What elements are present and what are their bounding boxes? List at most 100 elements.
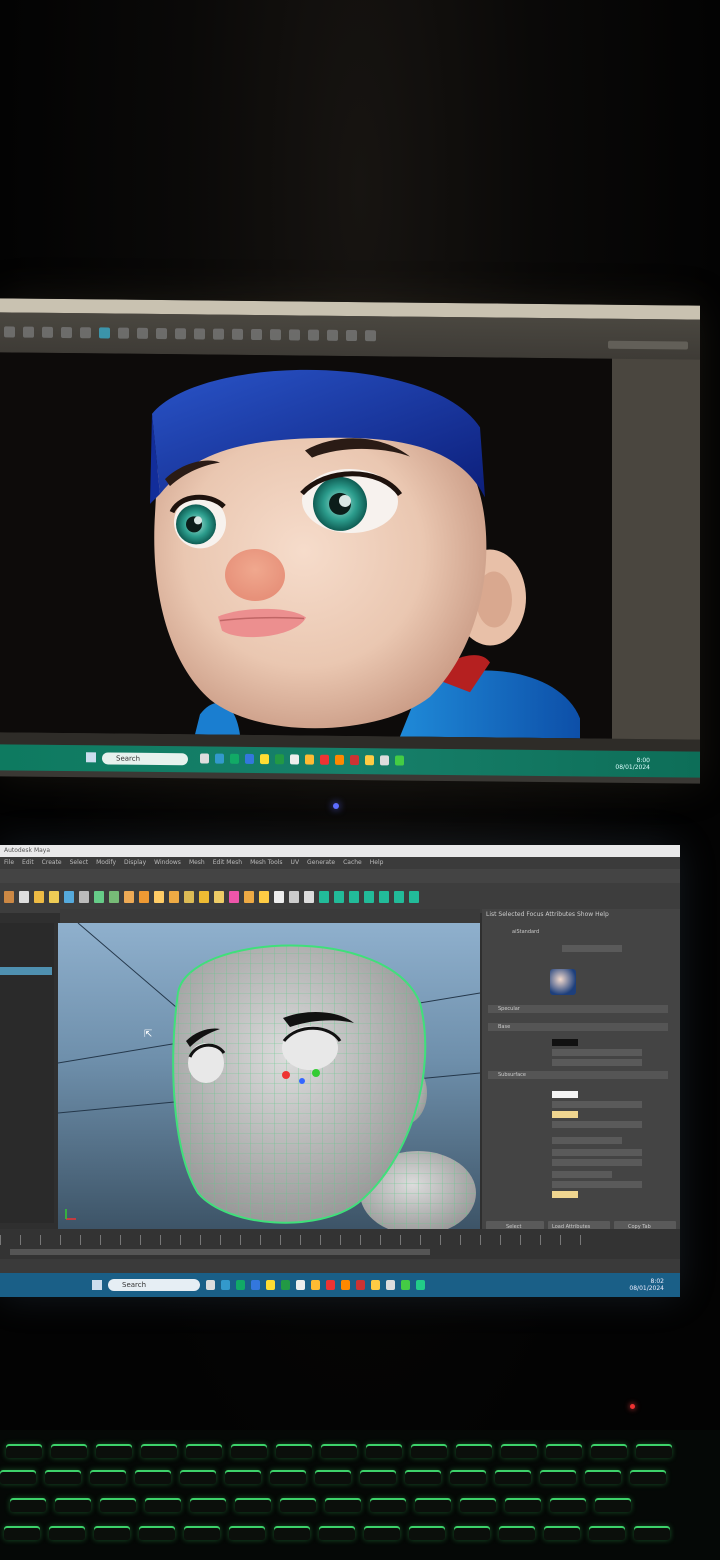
keyboard-key[interactable] xyxy=(415,1498,451,1512)
toolbar-icon[interactable] xyxy=(232,328,243,340)
taskbar-app-icon[interactable] xyxy=(260,754,269,765)
shelf-icon[interactable] xyxy=(274,891,284,903)
menu-item[interactable]: Edit xyxy=(22,857,34,869)
keyboard-key[interactable] xyxy=(231,1444,267,1458)
attr-tab[interactable]: Focus xyxy=(526,911,543,918)
shelf-icon[interactable] xyxy=(124,891,134,903)
menu-item[interactable]: Cache xyxy=(343,857,362,869)
menu-item[interactable]: Create xyxy=(42,857,62,869)
keyboard-key[interactable] xyxy=(94,1526,130,1540)
menu-item[interactable]: Select xyxy=(70,857,89,869)
attr-slider[interactable] xyxy=(552,1181,642,1188)
taskbar-app-icon[interactable] xyxy=(380,755,389,766)
menu-item[interactable]: File xyxy=(4,857,14,869)
command-line[interactable] xyxy=(0,1259,680,1273)
start-icon[interactable] xyxy=(92,1280,102,1290)
keyboard-key[interactable] xyxy=(141,1444,177,1458)
taskbar-app-icon[interactable] xyxy=(350,755,359,766)
shelf-icon[interactable] xyxy=(169,891,179,903)
attr-dropdown[interactable] xyxy=(552,1137,622,1144)
modeling-viewport[interactable]: ⇱ xyxy=(58,923,480,1229)
taskbar-app-icon[interactable] xyxy=(215,753,224,764)
toolbar-icon[interactable] xyxy=(270,329,281,341)
taskbar-app-icon[interactable] xyxy=(320,754,329,765)
material-name-field[interactable] xyxy=(562,945,622,952)
shelf-icon[interactable] xyxy=(139,891,149,903)
toolbar-icon[interactable] xyxy=(156,327,167,340)
shelf-icon[interactable] xyxy=(319,891,329,903)
search-box[interactable]: Search xyxy=(108,1279,200,1291)
attr-slider[interactable] xyxy=(552,1149,642,1156)
keyboard-key[interactable] xyxy=(591,1444,627,1458)
keyboard-key[interactable] xyxy=(96,1444,132,1458)
taskbar-clock[interactable]: 8:02 08/01/2024 xyxy=(629,1278,664,1292)
render-icon[interactable] xyxy=(99,327,110,339)
keyboard-key[interactable] xyxy=(366,1444,402,1458)
toolbar-icon[interactable] xyxy=(23,326,34,338)
keyboard-key[interactable] xyxy=(229,1526,265,1540)
attr-tab[interactable]: List xyxy=(486,911,497,918)
keyboard-key[interactable] xyxy=(274,1526,310,1540)
keyboard-key[interactable] xyxy=(550,1498,586,1512)
attr-slider[interactable] xyxy=(552,1101,642,1108)
menu-item[interactable]: Help xyxy=(370,857,384,869)
keyboard-key[interactable] xyxy=(364,1526,400,1540)
menu-item[interactable]: Edit Mesh xyxy=(213,857,242,869)
keyboard-key[interactable] xyxy=(460,1498,496,1512)
attr-tab[interactable]: Attributes xyxy=(545,911,575,918)
taskbar-app-icon[interactable] xyxy=(341,1280,350,1290)
taskbar-app-icon[interactable] xyxy=(365,755,374,766)
keyboard-key[interactable] xyxy=(505,1498,541,1512)
taskbar-app-icon[interactable] xyxy=(236,1280,245,1290)
toolbar-icon[interactable] xyxy=(308,329,319,341)
taskbar-app-icon[interactable] xyxy=(281,1280,290,1290)
shelf-icon[interactable] xyxy=(229,891,239,903)
display-dropdown[interactable] xyxy=(608,340,688,350)
keyboard-key[interactable] xyxy=(456,1444,492,1458)
taskbar-clock[interactable]: 8:00 08/01/2024 xyxy=(615,757,650,771)
shelf-icon[interactable] xyxy=(34,891,44,903)
keyboard-key[interactable] xyxy=(10,1498,46,1512)
taskbar-app-icon[interactable] xyxy=(251,1280,260,1290)
menu-item[interactable]: Display xyxy=(124,857,146,869)
keyboard-key[interactable] xyxy=(190,1498,226,1512)
toolbar-icon[interactable] xyxy=(289,329,300,341)
taskbar-app-icon[interactable] xyxy=(200,753,209,764)
keyboard-key[interactable] xyxy=(321,1444,357,1458)
taskbar-app-icon[interactable] xyxy=(416,1280,425,1290)
keyboard-key[interactable] xyxy=(411,1444,447,1458)
shelf-icon[interactable] xyxy=(304,891,314,903)
toolbar-icon[interactable] xyxy=(61,326,72,339)
menu-item[interactable]: Generate xyxy=(307,857,335,869)
start-icon[interactable] xyxy=(86,752,96,763)
color-swatch[interactable] xyxy=(552,1091,578,1098)
keyboard-key[interactable] xyxy=(139,1526,175,1540)
keyboard-key[interactable] xyxy=(630,1470,666,1484)
menu-item[interactable]: UV xyxy=(291,857,300,869)
keyboard-key[interactable] xyxy=(585,1470,621,1484)
keyboard-key[interactable] xyxy=(634,1526,670,1540)
attr-slider[interactable] xyxy=(552,1159,642,1166)
keyboard-key[interactable] xyxy=(544,1526,580,1540)
keyboard-key[interactable] xyxy=(145,1498,181,1512)
keyboard-key[interactable] xyxy=(495,1470,531,1484)
taskbar-app-icon[interactable] xyxy=(221,1280,230,1290)
toolbar-icon[interactable] xyxy=(137,327,148,339)
keyboard-key[interactable] xyxy=(546,1444,582,1458)
keyboard-key[interactable] xyxy=(270,1470,306,1484)
shelf-icon[interactable] xyxy=(379,891,389,903)
section-specular[interactable]: Specular xyxy=(488,1005,668,1013)
shelf-icon[interactable] xyxy=(49,891,59,903)
keyboard-key[interactable] xyxy=(135,1470,171,1484)
menu-item[interactable]: Modify xyxy=(96,857,116,869)
shelf-icon[interactable] xyxy=(64,891,74,903)
keyboard-key[interactable] xyxy=(225,1470,261,1484)
shelf-icon[interactable] xyxy=(289,891,299,903)
attr-tab[interactable]: Selected xyxy=(498,911,524,918)
toolbar-icon[interactable] xyxy=(346,329,357,342)
keyboard-key[interactable] xyxy=(6,1444,42,1458)
toolbar-icon[interactable] xyxy=(251,328,262,341)
taskbar-app-icon[interactable] xyxy=(290,754,299,765)
taskbar-app-icon[interactable] xyxy=(230,753,239,764)
color-swatch[interactable] xyxy=(552,1111,578,1118)
